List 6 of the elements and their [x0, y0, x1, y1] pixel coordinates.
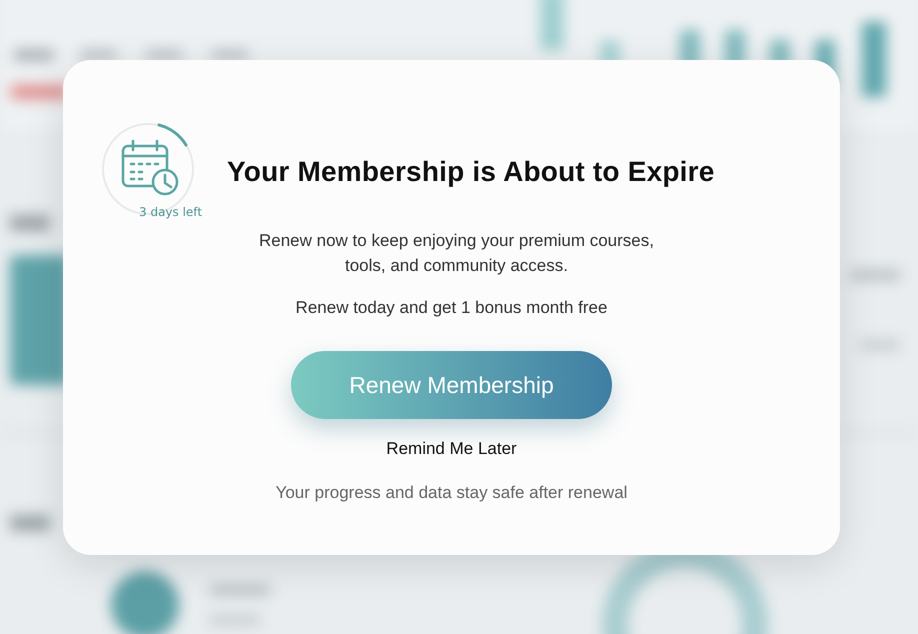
dialog-title: Your Membership is About to Expire	[227, 156, 715, 188]
days-left-label: 3 days left	[139, 205, 202, 219]
remind-me-later-link[interactable]: Remind Me Later	[386, 439, 517, 459]
dialog-message: Renew now to keep enjoying your premium courses, tools, and community access.	[258, 230, 655, 277]
bonus-offer-text: Renew today and get 1 bonus month free	[296, 298, 608, 318]
footnote-text: Your progress and data stay safe after renewal	[276, 483, 628, 503]
